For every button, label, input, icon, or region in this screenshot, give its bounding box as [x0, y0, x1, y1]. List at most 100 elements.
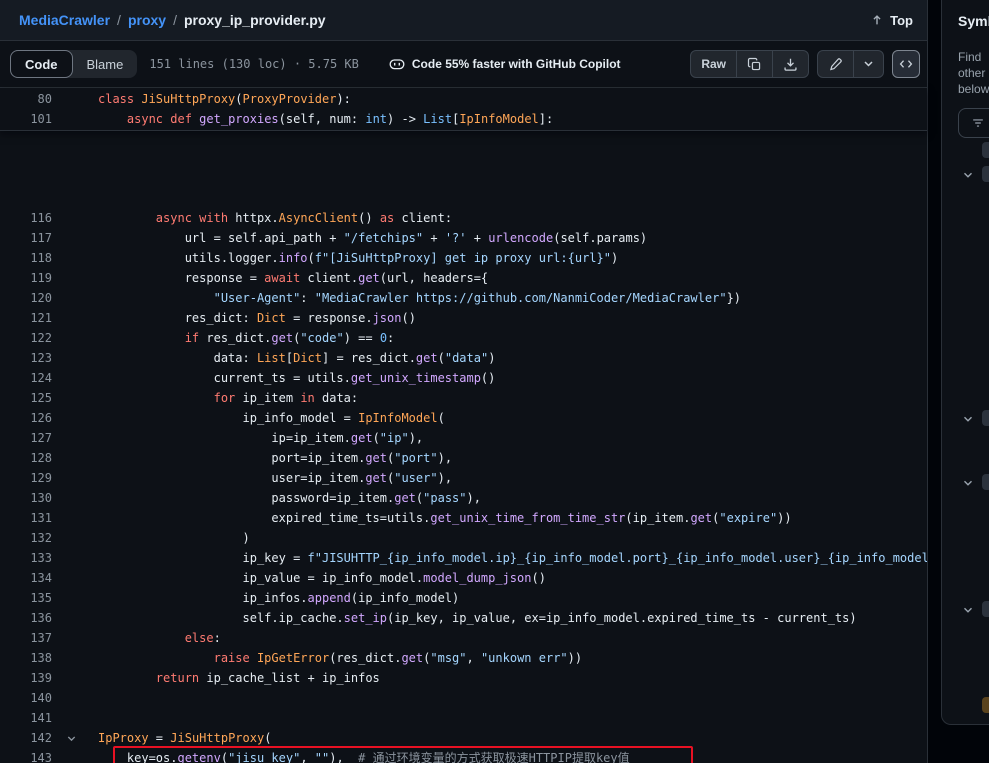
github-file-view: MediaCrawler / proxy / proxy_ip_provider…: [0, 0, 989, 763]
symbols-panel-toggle-button[interactable]: [892, 50, 920, 78]
code-text: ip_key = f"JISUHTTP_{ip_info_model.ip}_{…: [98, 548, 927, 568]
code-text: current_ts = utils.get_unix_timestamp(): [98, 368, 927, 388]
line-number[interactable]: 132: [0, 528, 52, 548]
code-text: else:: [98, 628, 927, 648]
symbol-item[interactable]: [982, 697, 989, 713]
tab-code[interactable]: Code: [10, 50, 73, 78]
chevron-down-icon: [864, 61, 873, 67]
code-view: 116 async with httpx.AsyncClient() as cl…: [0, 88, 927, 763]
line-number[interactable]: 140: [0, 688, 52, 708]
gutter-spacer: [52, 508, 98, 528]
line-number[interactable]: 131: [0, 508, 52, 528]
tab-blame[interactable]: Blame: [73, 50, 138, 78]
symbols-panel-description-line: Find: [958, 49, 989, 65]
code-line-122: 122 if res_dict.get("code") == 0:: [0, 328, 927, 348]
line-number[interactable]: 120: [0, 288, 52, 308]
download-button[interactable]: [772, 51, 808, 77]
toolbar-actions: Raw: [690, 50, 920, 78]
line-number[interactable]: 143: [0, 748, 52, 763]
line-number[interactable]: 80: [0, 89, 52, 109]
gutter-spacer: [52, 408, 98, 428]
symbol-item[interactable]: [982, 474, 989, 490]
line-number[interactable]: 122: [0, 328, 52, 348]
code-line-136: 136 self.ip_cache.set_ip(ip_key, ip_valu…: [0, 608, 927, 628]
gutter-spacer: [52, 388, 98, 408]
chevron-down-icon[interactable]: [962, 412, 974, 424]
line-number[interactable]: 119: [0, 268, 52, 288]
gutter-spacer: [52, 428, 98, 448]
symbols-filter-input[interactable]: [958, 108, 989, 138]
breadcrumb-separator: /: [173, 12, 177, 28]
gutter-spacer: [52, 668, 98, 688]
line-number[interactable]: 126: [0, 408, 52, 428]
line-number[interactable]: 123: [0, 348, 52, 368]
scroll-to-top-button[interactable]: Top: [870, 13, 913, 28]
line-number[interactable]: 127: [0, 428, 52, 448]
symbol-item[interactable]: [982, 410, 989, 426]
chevron-down-icon[interactable]: [962, 603, 974, 615]
line-number[interactable]: 116: [0, 208, 52, 228]
line-number[interactable]: 130: [0, 488, 52, 508]
copilot-banner[interactable]: Code 55% faster with GitHub Copilot: [389, 56, 621, 72]
line-number[interactable]: 134: [0, 568, 52, 588]
gutter-spacer: [52, 628, 98, 648]
code-text: async with httpx.AsyncClient() as client…: [98, 208, 927, 228]
symbol-item[interactable]: [982, 166, 989, 182]
gutter-spacer: [52, 368, 98, 388]
code-blame-switch: Code Blame: [10, 50, 137, 78]
collapse-toggle[interactable]: [52, 728, 98, 748]
gutter-spacer: [52, 548, 98, 568]
code-symbols-icon: [899, 57, 913, 71]
gutter-spacer: [52, 748, 98, 763]
gutter-spacer: [52, 588, 98, 608]
gutter-spacer: [52, 468, 98, 488]
edit-button[interactable]: [818, 51, 853, 77]
raw-button[interactable]: Raw: [691, 51, 736, 77]
code-line-80: 80class JiSuHttpProxy(ProxyProvider):: [0, 89, 926, 109]
line-number[interactable]: 129: [0, 468, 52, 488]
code-line-126: 126 ip_info_model = IpInfoModel(: [0, 408, 927, 428]
gutter-spacer: [52, 568, 98, 588]
symbol-item[interactable]: [982, 142, 989, 158]
line-number[interactable]: 139: [0, 668, 52, 688]
copy-icon: [747, 57, 762, 72]
sticky-scope-header: 80class JiSuHttpProxy(ProxyProvider):101…: [0, 88, 927, 131]
line-number[interactable]: 138: [0, 648, 52, 668]
chevron-down-icon[interactable]: [962, 476, 974, 488]
line-number[interactable]: 121: [0, 308, 52, 328]
code-line-124: 124 current_ts = utils.get_unix_timestam…: [0, 368, 927, 388]
code-line-120: 120 "User-Agent": "MediaCrawler https://…: [0, 288, 927, 308]
breadcrumb-repo-link[interactable]: MediaCrawler: [19, 12, 110, 28]
gutter-spacer: [52, 528, 98, 548]
code-line-140: 140: [0, 688, 927, 708]
symbol-item[interactable]: [982, 601, 989, 617]
breadcrumb-folder-link[interactable]: proxy: [128, 12, 166, 28]
filter-icon: [971, 116, 985, 130]
symbols-panel-description-line: other: [958, 65, 989, 81]
top-label: Top: [890, 13, 913, 28]
chevron-down-icon[interactable]: [962, 168, 974, 180]
line-number[interactable]: 101: [0, 109, 52, 129]
gutter-spacer: [52, 109, 98, 129]
file-content-column: MediaCrawler / proxy / proxy_ip_provider…: [0, 0, 928, 763]
code-text: async def get_proxies(self, num: int) ->…: [98, 109, 926, 129]
edit-group: [817, 50, 884, 78]
line-number[interactable]: 133: [0, 548, 52, 568]
line-number[interactable]: 117: [0, 228, 52, 248]
gutter-spacer: [52, 708, 98, 728]
line-number[interactable]: 141: [0, 708, 52, 728]
line-number[interactable]: 137: [0, 628, 52, 648]
code-text: ip_infos.append(ip_info_model): [98, 588, 927, 608]
copy-button[interactable]: [736, 51, 772, 77]
collapse-chevron-icon[interactable]: [66, 733, 77, 744]
line-number[interactable]: 124: [0, 368, 52, 388]
code-text: "User-Agent": "MediaCrawler https://gith…: [98, 288, 927, 308]
line-number[interactable]: 142: [0, 728, 52, 748]
line-number[interactable]: 118: [0, 248, 52, 268]
line-number[interactable]: 125: [0, 388, 52, 408]
edit-dropdown-button[interactable]: [853, 51, 883, 77]
code-text: password=ip_item.get("pass"),: [98, 488, 927, 508]
line-number[interactable]: 136: [0, 608, 52, 628]
line-number[interactable]: 128: [0, 448, 52, 468]
line-number[interactable]: 135: [0, 588, 52, 608]
